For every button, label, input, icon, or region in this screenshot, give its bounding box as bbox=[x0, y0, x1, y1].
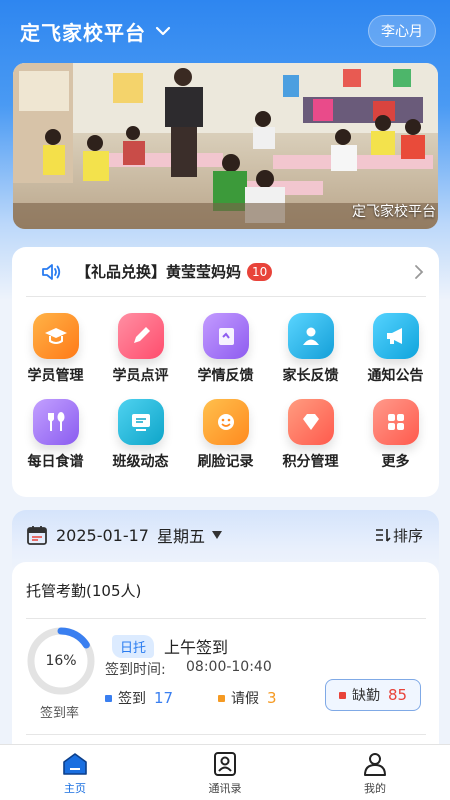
menu-label: 班级动态 bbox=[112, 454, 169, 470]
grid-icon bbox=[372, 399, 419, 445]
sort-button[interactable]: 排序 bbox=[375, 525, 423, 546]
menu-label: 刷脸记录 bbox=[197, 454, 254, 470]
signed-stat[interactable]: 签到 17 bbox=[105, 688, 173, 708]
class-board-icon bbox=[117, 399, 164, 445]
menu-label: 积分管理 bbox=[282, 454, 339, 470]
nav-contacts-label: 通讯录 bbox=[208, 781, 242, 795]
face-icon bbox=[202, 399, 249, 445]
care-type-tag: 日托 bbox=[112, 635, 155, 658]
nav-contacts[interactable]: 通讯录 bbox=[175, 750, 275, 796]
banner-caption: 定飞家校平台 bbox=[352, 204, 436, 220]
cutlery-icon bbox=[32, 399, 79, 445]
menu-label: 学情反馈 bbox=[197, 368, 254, 384]
app-switcher[interactable]: 定飞家校平台 bbox=[20, 17, 172, 46]
feature-grid: 学员管理 学员点评 学情反馈 家长反馈 通知公告 每日食谱 班级动态 刷脸记录 … bbox=[12, 313, 439, 471]
signin-rate-label: 签到率 bbox=[40, 706, 80, 721]
graduation-cap-icon bbox=[32, 313, 79, 359]
signed-label: 签到 bbox=[118, 691, 146, 707]
megaphone-icon bbox=[372, 313, 419, 359]
date-text: 2025-01-17 bbox=[56, 525, 149, 545]
menu-label: 学员点评 bbox=[112, 368, 169, 384]
menu-face-records[interactable]: 刷脸记录 bbox=[183, 399, 268, 471]
absent-count: 85 bbox=[387, 686, 408, 704]
menu-announcements[interactable]: 通知公告 bbox=[353, 313, 438, 385]
attendance-title: 托管考勤(105人) bbox=[26, 582, 142, 600]
date-picker[interactable]: 2025-01-17 星期五 bbox=[48, 523, 223, 547]
leave-label: 请假 bbox=[231, 691, 259, 707]
feature-card: 【礼品兑换】黄莹莹妈妈 10 学员管理 学员点评 学情反馈 家长反馈 通知公告 … bbox=[12, 247, 439, 497]
divider bbox=[26, 618, 426, 619]
menu-more[interactable]: 更多 bbox=[353, 399, 438, 471]
menu-learning-feedback[interactable]: 学情反馈 bbox=[183, 313, 268, 385]
person-icon bbox=[364, 752, 386, 776]
user-name-button[interactable]: 李心月 bbox=[368, 15, 436, 47]
leave-stat[interactable]: 请假 3 bbox=[218, 688, 277, 708]
caret-down-icon bbox=[212, 531, 222, 539]
diamond-icon bbox=[287, 399, 334, 445]
attendance-card: 2025-01-17 星期五 排序 托管考勤(105人) 16% 签到率 日托 … bbox=[12, 510, 439, 800]
chevron-right-icon bbox=[415, 264, 424, 279]
signin-time-range: 08:00-10:40 bbox=[186, 659, 272, 675]
banner-image[interactable]: 定飞家校平台 bbox=[13, 63, 438, 229]
nav-home-label: 主页 bbox=[64, 781, 86, 795]
menu-label: 学员管理 bbox=[27, 368, 84, 384]
menu-parent-feedback[interactable]: 家长反馈 bbox=[268, 313, 353, 385]
absent-dot bbox=[338, 691, 346, 699]
parent-icon bbox=[287, 313, 334, 359]
weekday-text: 星期五 bbox=[156, 527, 205, 546]
signin-rate-value: 16% bbox=[45, 653, 77, 669]
notice-text: 【礼品兑换】黄莹莹妈妈 bbox=[76, 263, 242, 281]
absent-label: 缺勤 bbox=[351, 688, 380, 704]
nav-mine-label: 我的 bbox=[364, 781, 386, 795]
signin-time-label: 签到时间: bbox=[105, 662, 166, 678]
signed-dot bbox=[105, 694, 112, 702]
app-header: 定飞家校平台 李心月 bbox=[0, 0, 450, 62]
notice-bar[interactable]: 【礼品兑换】黄莹莹妈妈 10 bbox=[26, 247, 426, 297]
report-icon bbox=[202, 313, 249, 359]
leave-count: 3 bbox=[267, 689, 277, 707]
calendar-icon bbox=[27, 526, 47, 545]
menu-label: 每日食谱 bbox=[27, 454, 84, 470]
menu-label: 通知公告 bbox=[367, 368, 424, 384]
nav-home[interactable]: 主页 bbox=[25, 750, 125, 796]
divider bbox=[26, 734, 426, 735]
notice-count-badge: 10 bbox=[247, 262, 273, 281]
contacts-icon bbox=[214, 751, 236, 776]
date-bar: 2025-01-17 星期五 排序 bbox=[12, 510, 439, 560]
attendance-panel: 托管考勤(105人) 16% 签到率 日托 上午签到 签到时间: 08:00-1… bbox=[12, 562, 439, 800]
menu-student-management[interactable]: 学员管理 bbox=[13, 313, 98, 385]
leave-dot bbox=[218, 694, 225, 702]
home-icon bbox=[63, 752, 87, 775]
sort-label: 排序 bbox=[392, 526, 423, 545]
pencil-icon bbox=[117, 313, 164, 359]
signed-count: 17 bbox=[154, 689, 174, 707]
menu-student-review[interactable]: 学员点评 bbox=[98, 313, 183, 385]
bottom-nav: 主页 通讯录 我的 bbox=[0, 744, 450, 800]
sort-icon bbox=[375, 529, 391, 542]
menu-class-updates[interactable]: 班级动态 bbox=[98, 399, 183, 471]
menu-daily-menu[interactable]: 每日食谱 bbox=[13, 399, 98, 471]
absent-stat-button[interactable]: 缺勤 85 bbox=[325, 679, 421, 711]
session-title: 上午签到 bbox=[164, 638, 229, 657]
nav-mine[interactable]: 我的 bbox=[325, 750, 425, 796]
menu-label: 家长反馈 bbox=[282, 368, 339, 384]
chevron-down-icon bbox=[155, 26, 171, 36]
speaker-icon bbox=[42, 263, 61, 280]
app-title: 定飞家校平台 bbox=[20, 20, 146, 45]
menu-points-management[interactable]: 积分管理 bbox=[268, 399, 353, 471]
menu-label: 更多 bbox=[381, 454, 410, 470]
